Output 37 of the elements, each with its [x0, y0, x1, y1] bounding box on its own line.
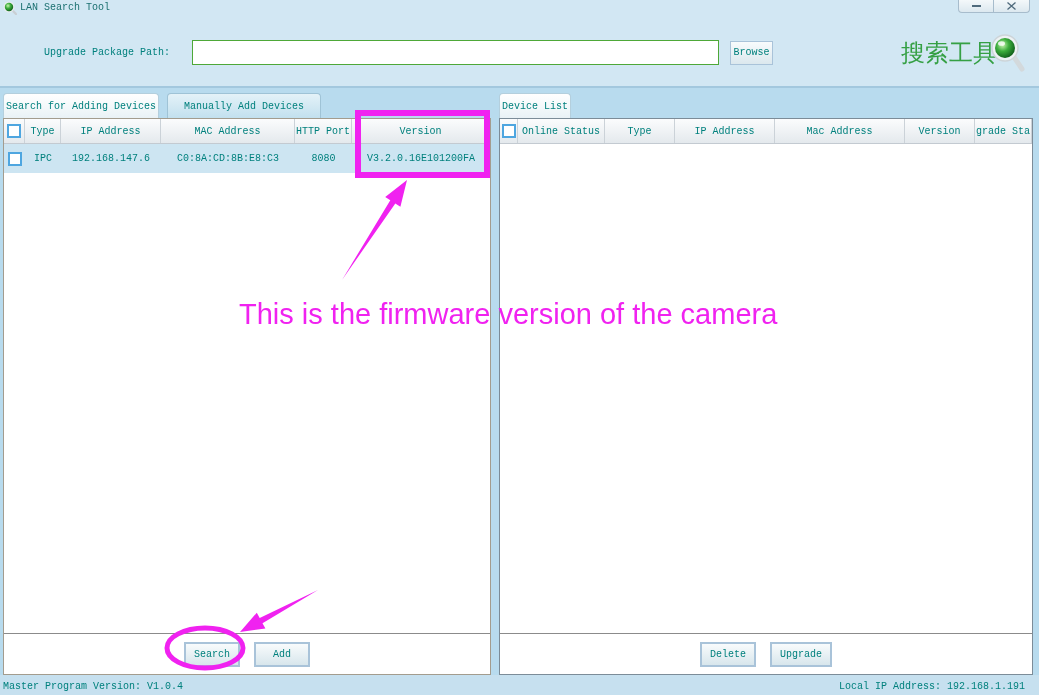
- minimize-button[interactable]: [958, 0, 994, 13]
- close-icon: [1007, 2, 1016, 10]
- table-cell-text: 8080: [310, 152, 337, 166]
- tab[interactable]: Manually Add Devices: [167, 93, 322, 118]
- column-header: grade Sta: [975, 119, 1032, 143]
- status-text: Master Program Version: V1.0.4: [3, 680, 184, 692]
- table-cell-text: 192.168.147.6: [71, 152, 151, 166]
- minimize-icon: [971, 5, 981, 7]
- column-header: Type: [605, 119, 675, 143]
- tab[interactable]: Search for Adding Devices: [3, 93, 160, 118]
- tab[interactable]: Device List: [499, 93, 571, 118]
- column-header: MAC Address: [161, 119, 295, 143]
- field-label: Upgrade Package Path:: [44, 47, 171, 58]
- column-header: HTTP Port: [295, 119, 352, 143]
- magnifier-icon: [3, 1, 17, 15]
- status-text: Local IP Address: 192.168.1.191: [838, 680, 1025, 692]
- column-header: Online Status: [518, 119, 605, 143]
- add-button[interactable]: Add: [254, 641, 310, 667]
- table-cell-text: V3.2.0.16E101200FA: [366, 152, 476, 166]
- delete-button[interactable]: Delete: [700, 641, 756, 667]
- column-header: Mac Address: [775, 119, 905, 143]
- path-input-field[interactable]: [192, 40, 720, 65]
- column-header: IP Address: [61, 119, 161, 143]
- window-title: LAN Search Tool: [20, 2, 110, 14]
- column-header: Type: [25, 119, 61, 143]
- column-header: Version: [352, 119, 490, 143]
- checkbox[interactable]: [7, 151, 22, 166]
- logo-text: 搜索工具: [901, 37, 997, 68]
- table-cell-text: C0:8A:CD:8B:E8:C3: [176, 152, 280, 166]
- checkbox[interactable]: [501, 124, 516, 138]
- column-header: Version: [905, 119, 975, 143]
- checkbox[interactable]: [7, 124, 21, 138]
- column-header: IP Address: [675, 119, 775, 143]
- upgrade-button[interactable]: Upgrade: [770, 641, 832, 667]
- table-cell-text: IPC: [33, 152, 53, 166]
- browse-button[interactable]: Browse: [730, 40, 774, 65]
- close-button[interactable]: [994, 0, 1030, 13]
